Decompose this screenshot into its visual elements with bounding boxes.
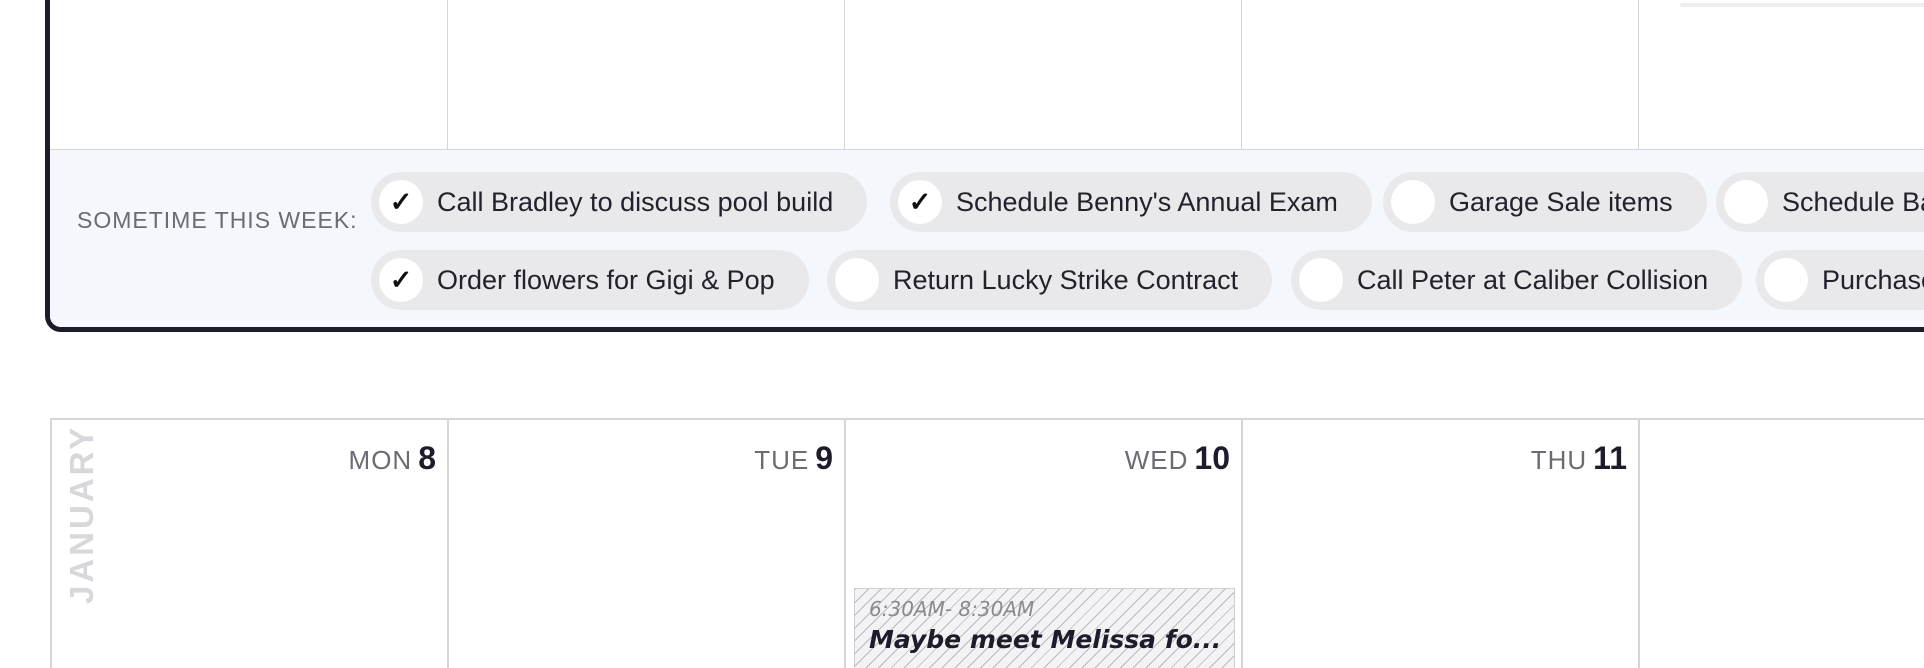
- sometime-this-week-strip: SOMETIME THIS WEEK: ✓ Call Bradley to di…: [50, 150, 1924, 327]
- todo-pill[interactable]: ✓ Call Bradley to discuss pool build: [371, 172, 868, 232]
- todo-pill[interactable]: Return Lucky Strike Contract: [827, 250, 1273, 310]
- checkbox-icon[interactable]: [1391, 180, 1435, 224]
- event-time: 6:30AM- 8:30AM: [869, 597, 1035, 621]
- checkbox-icon[interactable]: [1764, 258, 1808, 302]
- calendar-view: SOMETIME THIS WEEK: ✓ Call Bradley to di…: [0, 0, 1924, 668]
- divider: [50, 418, 1924, 420]
- calendar-event[interactable]: 6:30AM- 8:30AM Maybe meet Melissa fo...: [854, 588, 1235, 668]
- checkbox-icon[interactable]: [835, 258, 879, 302]
- day-number: 8: [418, 440, 436, 476]
- todo-pill[interactable]: Schedule Ba: [1716, 172, 1924, 232]
- todo-pill[interactable]: ✓ Schedule Benny's Annual Exam: [890, 172, 1372, 232]
- todo-text: Call Peter at Caliber Collision: [1357, 264, 1709, 295]
- day-of-week: WED: [1124, 445, 1189, 475]
- day-of-week: THU: [1530, 445, 1588, 475]
- event-title: Maybe meet Melissa fo...: [869, 625, 1222, 654]
- day-divider: [1638, 418, 1640, 668]
- todo-text: Call Bradley to discuss pool build: [437, 186, 834, 217]
- checkbox-icon[interactable]: [1299, 258, 1343, 302]
- week-row: JANUARY MON 8 TUE 9 WED 10 THU 11 6:30AM- 8:…: [50, 418, 1924, 668]
- day-divider: [1638, 0, 1639, 150]
- todo-text: Schedule Benny's Annual Exam: [956, 186, 1338, 217]
- day-divider: [1241, 0, 1242, 150]
- day-header-mon[interactable]: MON 8: [50, 440, 436, 480]
- checkbox-icon[interactable]: ✓: [898, 180, 942, 224]
- checkbox-icon[interactable]: [1724, 180, 1768, 224]
- checkbox-icon[interactable]: ✓: [379, 258, 423, 302]
- day-header-wed[interactable]: WED 10: [844, 440, 1230, 480]
- todo-text: Purchase: [1822, 264, 1924, 295]
- todo-text: Schedule Ba: [1782, 186, 1924, 217]
- day-number: 10: [1194, 440, 1230, 476]
- day-header-thu[interactable]: THU 11: [1241, 440, 1627, 480]
- checkbox-icon[interactable]: ✓: [379, 180, 423, 224]
- week-day-cells: [50, 0, 1924, 150]
- week-card: SOMETIME THIS WEEK: ✓ Call Bradley to di…: [45, 0, 1924, 332]
- todo-pill[interactable]: Purchase: [1756, 250, 1924, 310]
- todo-pill[interactable]: Garage Sale items: [1383, 172, 1707, 232]
- todo-text: Garage Sale items: [1449, 186, 1673, 217]
- todo-text: Order flowers for Gigi & Pop: [437, 264, 775, 295]
- day-divider: [447, 0, 448, 150]
- day-number: 11: [1593, 440, 1627, 476]
- day-of-week: MON: [348, 445, 413, 475]
- day-cell-marker: [1680, 3, 1924, 7]
- todo-pill[interactable]: ✓ Order flowers for Gigi & Pop: [371, 250, 809, 310]
- todo-pill[interactable]: Call Peter at Caliber Collision: [1291, 250, 1743, 310]
- day-header-tue[interactable]: TUE 9: [447, 440, 833, 480]
- day-of-week: TUE: [754, 445, 810, 475]
- sometime-this-week-label: SOMETIME THIS WEEK:: [77, 207, 358, 233]
- todo-text: Return Lucky Strike Contract: [893, 264, 1239, 295]
- day-number: 9: [815, 440, 833, 476]
- day-divider: [844, 0, 845, 150]
